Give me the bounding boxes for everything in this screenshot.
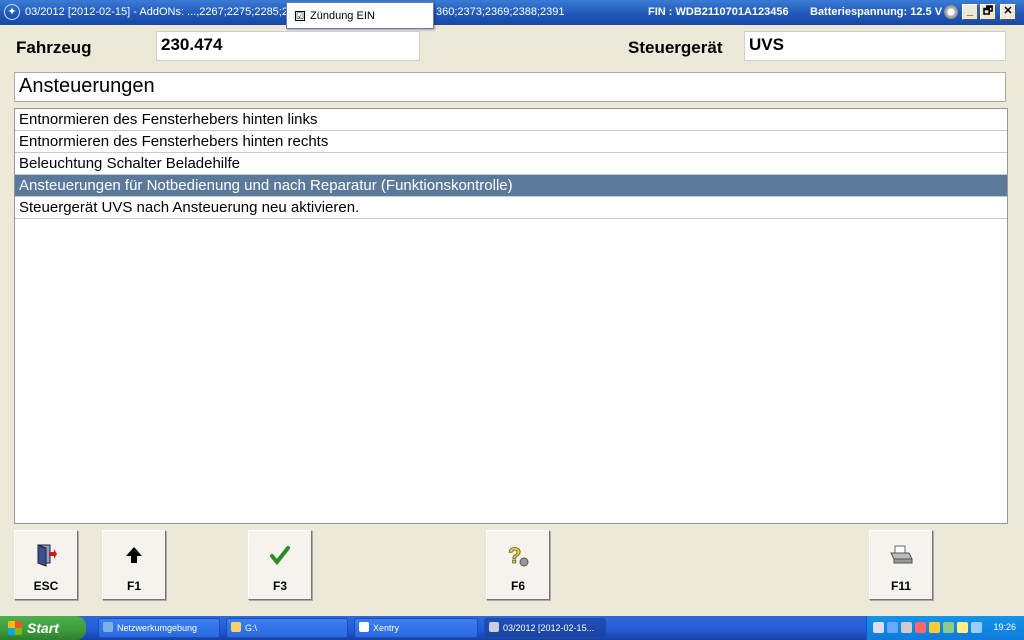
title-bar: ✦ 03/2012 [2012-02-15] - AddONs: ...,226…: [0, 0, 1024, 25]
tray-icon[interactable]: [957, 622, 968, 633]
section-title: Ansteuerungen: [14, 72, 1006, 102]
battery-voltage: Batteriespannung: 12.5 V: [810, 6, 943, 18]
list-item[interactable]: Entnormieren des Fensterhebers hinten re…: [15, 131, 1007, 153]
task-xentry[interactable]: Xentry: [354, 618, 478, 638]
tray-icon[interactable]: [887, 622, 898, 633]
close-button[interactable]: ✕: [1000, 4, 1016, 20]
f3-button[interactable]: F3: [248, 530, 312, 600]
esc-button[interactable]: ESC: [14, 530, 78, 600]
list-item[interactable]: Entnormieren des Fensterhebers hinten li…: [15, 109, 1007, 131]
vehicle-field: 230.474: [156, 31, 420, 61]
window-title-continued: 360;2373;2369;2388;2391: [436, 6, 565, 18]
clock: 19:26: [993, 622, 1016, 632]
fin-number: FIN : WDB2110701A123456: [648, 6, 789, 18]
windows-flag-icon: [8, 621, 22, 635]
xentry-icon: [359, 622, 369, 632]
arrow-up-icon: [103, 543, 165, 567]
ignition-checkbox[interactable]: ☑: [295, 11, 305, 21]
window-title: 03/2012 [2012-02-15] - AddONs: ...,2267;…: [25, 6, 288, 18]
start-button[interactable]: Start: [0, 616, 86, 640]
tray-icon[interactable]: [873, 622, 884, 633]
svg-text:?: ?: [508, 543, 521, 568]
ignition-popup[interactable]: ☑ Zündung EIN: [286, 2, 434, 29]
restore-button[interactable]: 🗗: [980, 4, 996, 20]
tray-icon[interactable]: [929, 622, 940, 633]
mercedes-icon: [489, 622, 499, 632]
mercedes-logo-icon: ✦: [4, 4, 20, 20]
ecu-label: Steuergerät: [628, 38, 723, 57]
task-xentry-window[interactable]: 03/2012 [2012-02-15...: [484, 618, 606, 638]
tray-icon[interactable]: [943, 622, 954, 633]
task-network[interactable]: Netzwerkumgebung: [98, 618, 220, 638]
f6-button[interactable]: ? F6: [486, 530, 550, 600]
list-item[interactable]: Steuergerät UVS nach Ansteuerung neu akt…: [15, 197, 1007, 219]
f11-button[interactable]: F11: [869, 530, 933, 600]
f1-button[interactable]: F1: [102, 530, 166, 600]
minimize-button[interactable]: _: [962, 4, 978, 20]
network-icon: [103, 622, 113, 632]
printer-icon: [870, 543, 932, 567]
ecu-field: UVS: [744, 31, 1006, 61]
ignition-label: Zündung EIN: [310, 10, 375, 22]
list-item[interactable]: Beleuchtung Schalter Beladehilfe: [15, 153, 1007, 175]
tray-icon[interactable]: [901, 622, 912, 633]
check-mark-icon: [249, 543, 311, 567]
taskbar: Start Netzwerkumgebung G:\ Xentry 03/201…: [0, 616, 1024, 640]
settings-gear-icon[interactable]: [944, 5, 958, 19]
list-item-selected[interactable]: Ansteuerungen für Notbedienung und nach …: [15, 175, 1007, 197]
actuation-list: Entnormieren des Fensterhebers hinten li…: [14, 108, 1008, 524]
exit-door-icon: [15, 543, 77, 567]
task-folder[interactable]: G:\: [226, 618, 348, 638]
vehicle-label: Fahrzeug: [16, 38, 92, 57]
system-tray: 19:26: [866, 616, 1024, 640]
tray-icon[interactable]: [915, 622, 926, 633]
tray-icon[interactable]: [971, 622, 982, 633]
help-question-icon: ?: [487, 543, 549, 568]
folder-icon: [231, 622, 241, 632]
